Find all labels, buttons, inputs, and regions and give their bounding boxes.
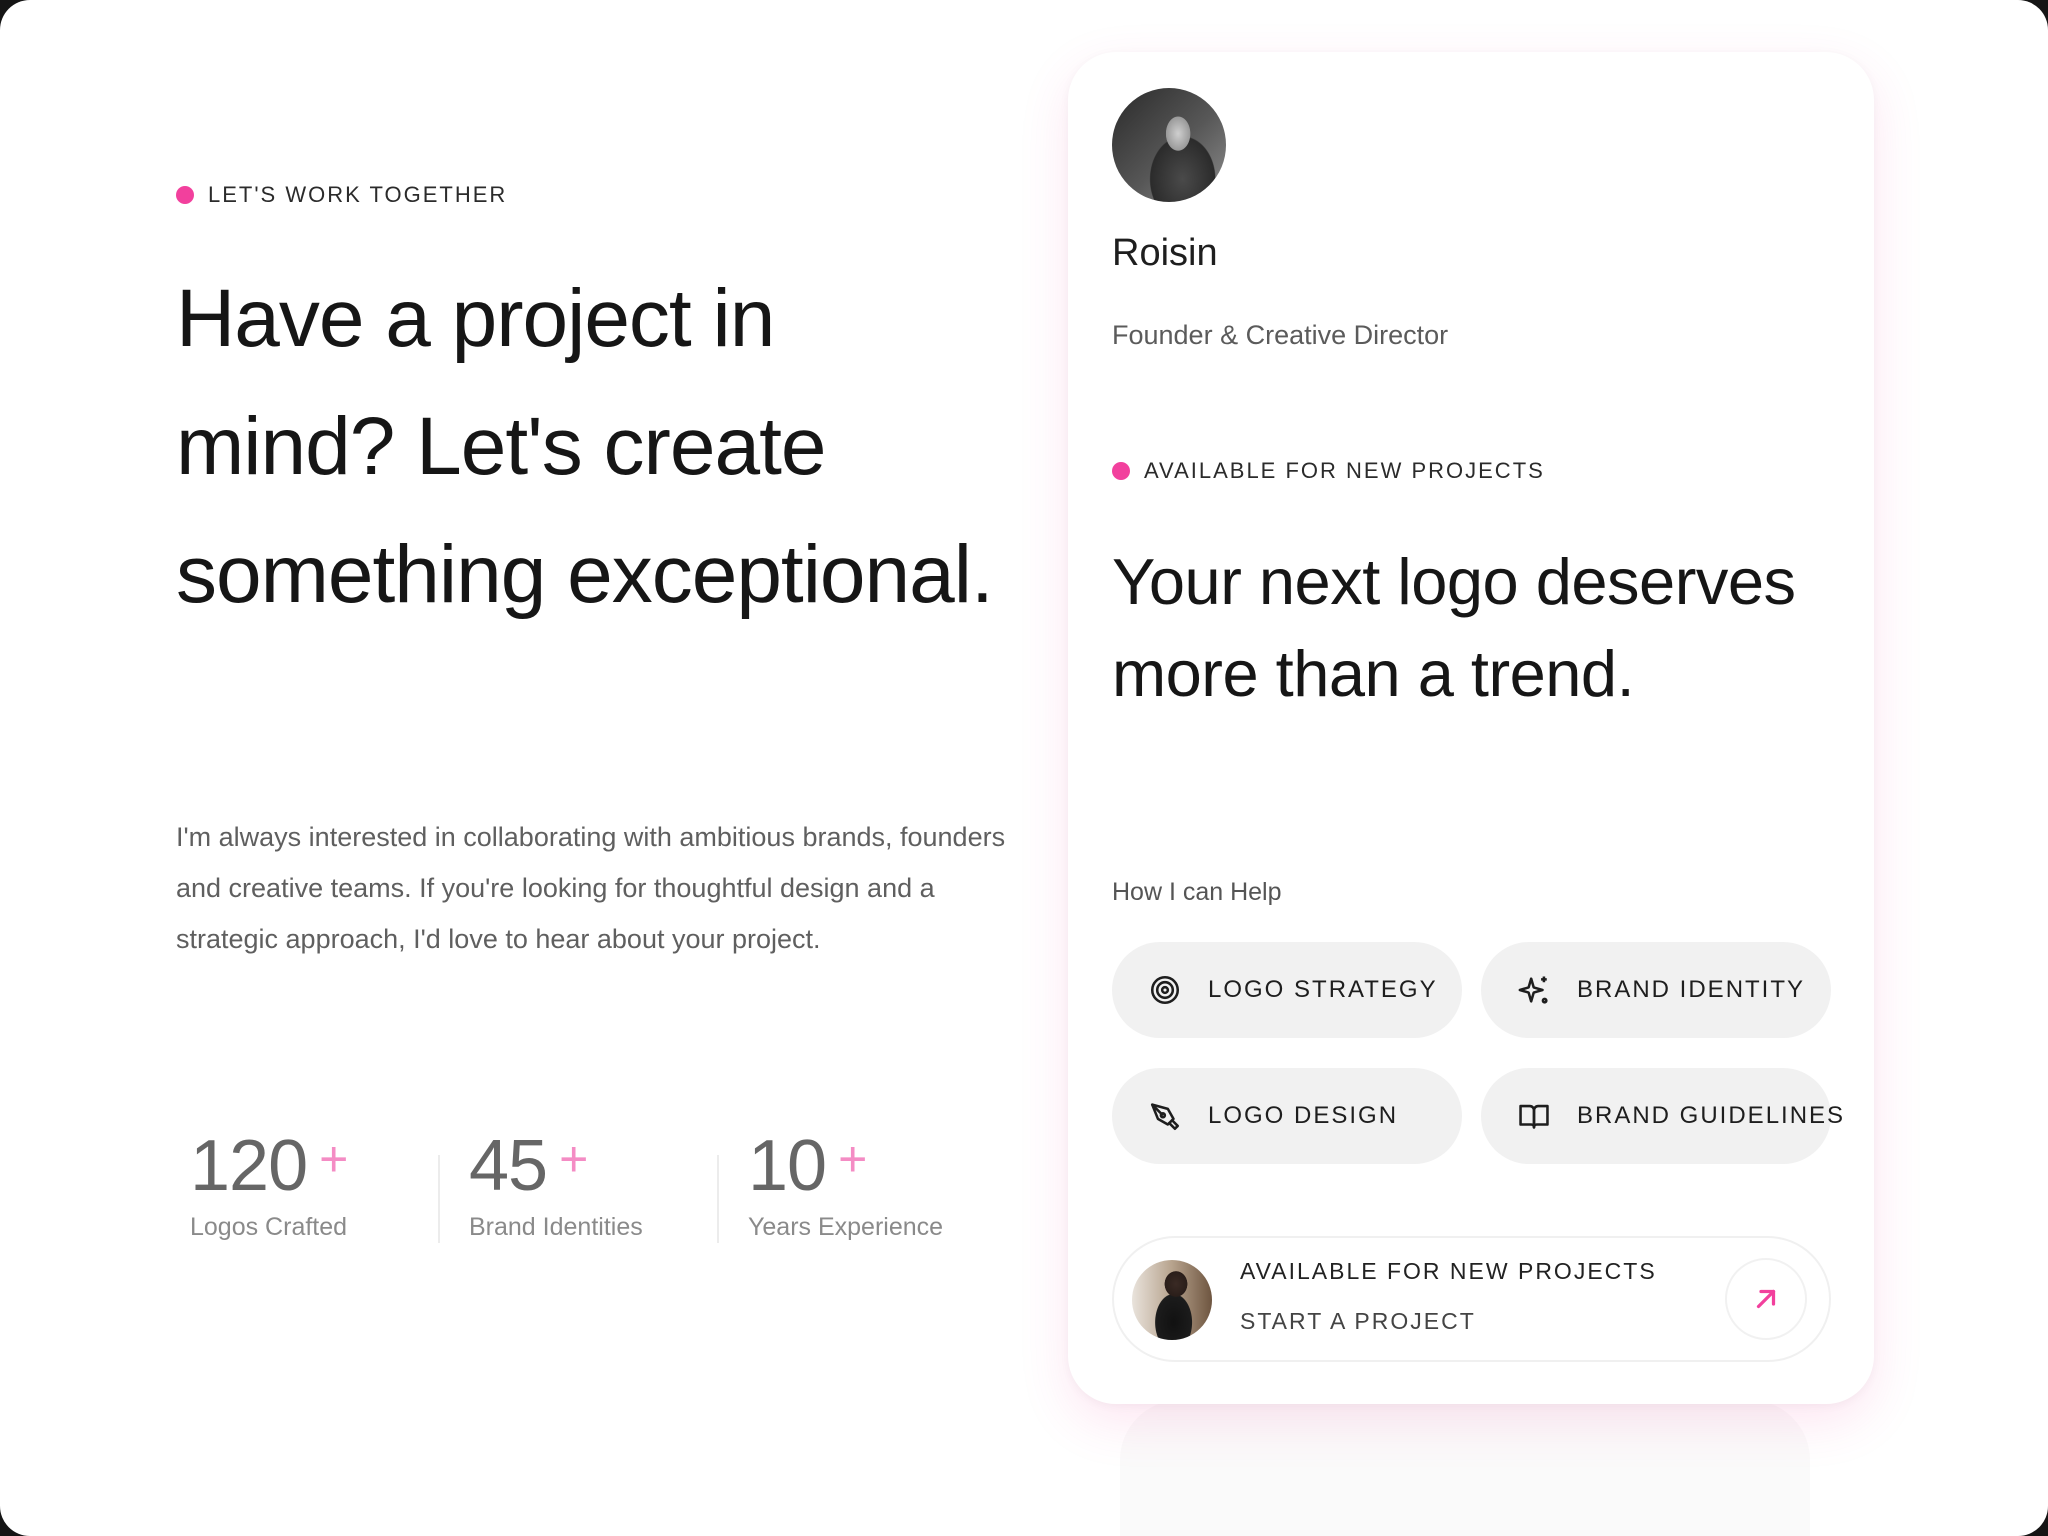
profile-role: Founder & Creative Director: [1112, 320, 1449, 350]
start-project-button[interactable]: AVAILABLE FOR NEW PROJECTS START A PROJE…: [1112, 1236, 1831, 1362]
stat-brand-identities: 45 + Brand Identities: [469, 1125, 643, 1242]
profile-card: Roisin Founder & Creative Director AVAIL…: [1068, 52, 1874, 1404]
service-chip-logo-design[interactable]: LOGO DESIGN: [1112, 1068, 1462, 1164]
stat-value: 45: [469, 1126, 548, 1206]
cta-arrow-button[interactable]: [1725, 1258, 1807, 1340]
stat-label: Brand Identities: [469, 1213, 643, 1241]
stat-label: Years Experience: [748, 1213, 944, 1241]
page: LET'S WORK TOGETHER Have a project in mi…: [0, 0, 2048, 1536]
service-chip-brand-guidelines[interactable]: BRAND GUIDELINES: [1481, 1068, 1843, 1164]
contact-headline: Have a project in mind? Let's create som…: [176, 273, 994, 620]
cta-avatar: [1132, 1260, 1212, 1340]
stat-label: Logos Crafted: [190, 1213, 348, 1241]
cta-subtitle: START A PROJECT: [1240, 1308, 1476, 1334]
service-chip-brand-identity[interactable]: BRAND IDENTITY: [1481, 942, 1831, 1038]
availability-label: AVAILABLE FOR NEW PROJECTS: [1144, 458, 1545, 483]
service-chip-logo-strategy[interactable]: LOGO STRATEGY: [1112, 942, 1462, 1038]
stat-value: 10: [748, 1126, 827, 1206]
cta-title: AVAILABLE FOR NEW PROJECTS: [1240, 1258, 1657, 1284]
stat-divider: [438, 1155, 440, 1243]
availability-eyebrow: AVAILABLE FOR NEW PROJECTS: [1112, 458, 1545, 484]
stat-suffix: +: [559, 1131, 589, 1187]
service-label: BRAND IDENTITY: [1577, 976, 1806, 1003]
help-label: How I can Help: [1112, 878, 1282, 906]
service-label: LOGO STRATEGY: [1208, 976, 1438, 1003]
card-headline: Your next logo deserves more than a tren…: [1112, 545, 1796, 710]
contact-description: I'm always interested in collaborating w…: [176, 822, 1006, 954]
target-icon: [1150, 975, 1180, 1005]
pen-tool-icon: [1150, 1103, 1180, 1131]
arrow-up-right-icon: [1756, 1289, 1776, 1309]
stat-value: 120: [190, 1126, 308, 1206]
accent-dot: [176, 186, 194, 204]
card-shadow-backdrop: [1120, 1400, 1810, 1536]
accent-dot: [1112, 462, 1130, 480]
contact-eyebrow-label: LET'S WORK TOGETHER: [208, 182, 508, 207]
sparkle-icon: [1518, 976, 1548, 1004]
service-label: BRAND GUIDELINES: [1577, 1102, 1846, 1129]
avatar: [1112, 88, 1226, 202]
stat-divider: [717, 1155, 719, 1243]
book-icon: [1519, 1104, 1549, 1129]
stat-suffix: +: [319, 1131, 349, 1187]
stat-logos-crafted: 120 + Logos Crafted: [190, 1125, 348, 1242]
contact-eyebrow: LET'S WORK TOGETHER: [176, 182, 507, 208]
service-label: LOGO DESIGN: [1208, 1102, 1399, 1129]
stat-years-experience: 10 + Years Experience: [748, 1125, 943, 1242]
profile-name: Roisin: [1112, 232, 1218, 274]
stat-suffix: +: [838, 1131, 868, 1187]
